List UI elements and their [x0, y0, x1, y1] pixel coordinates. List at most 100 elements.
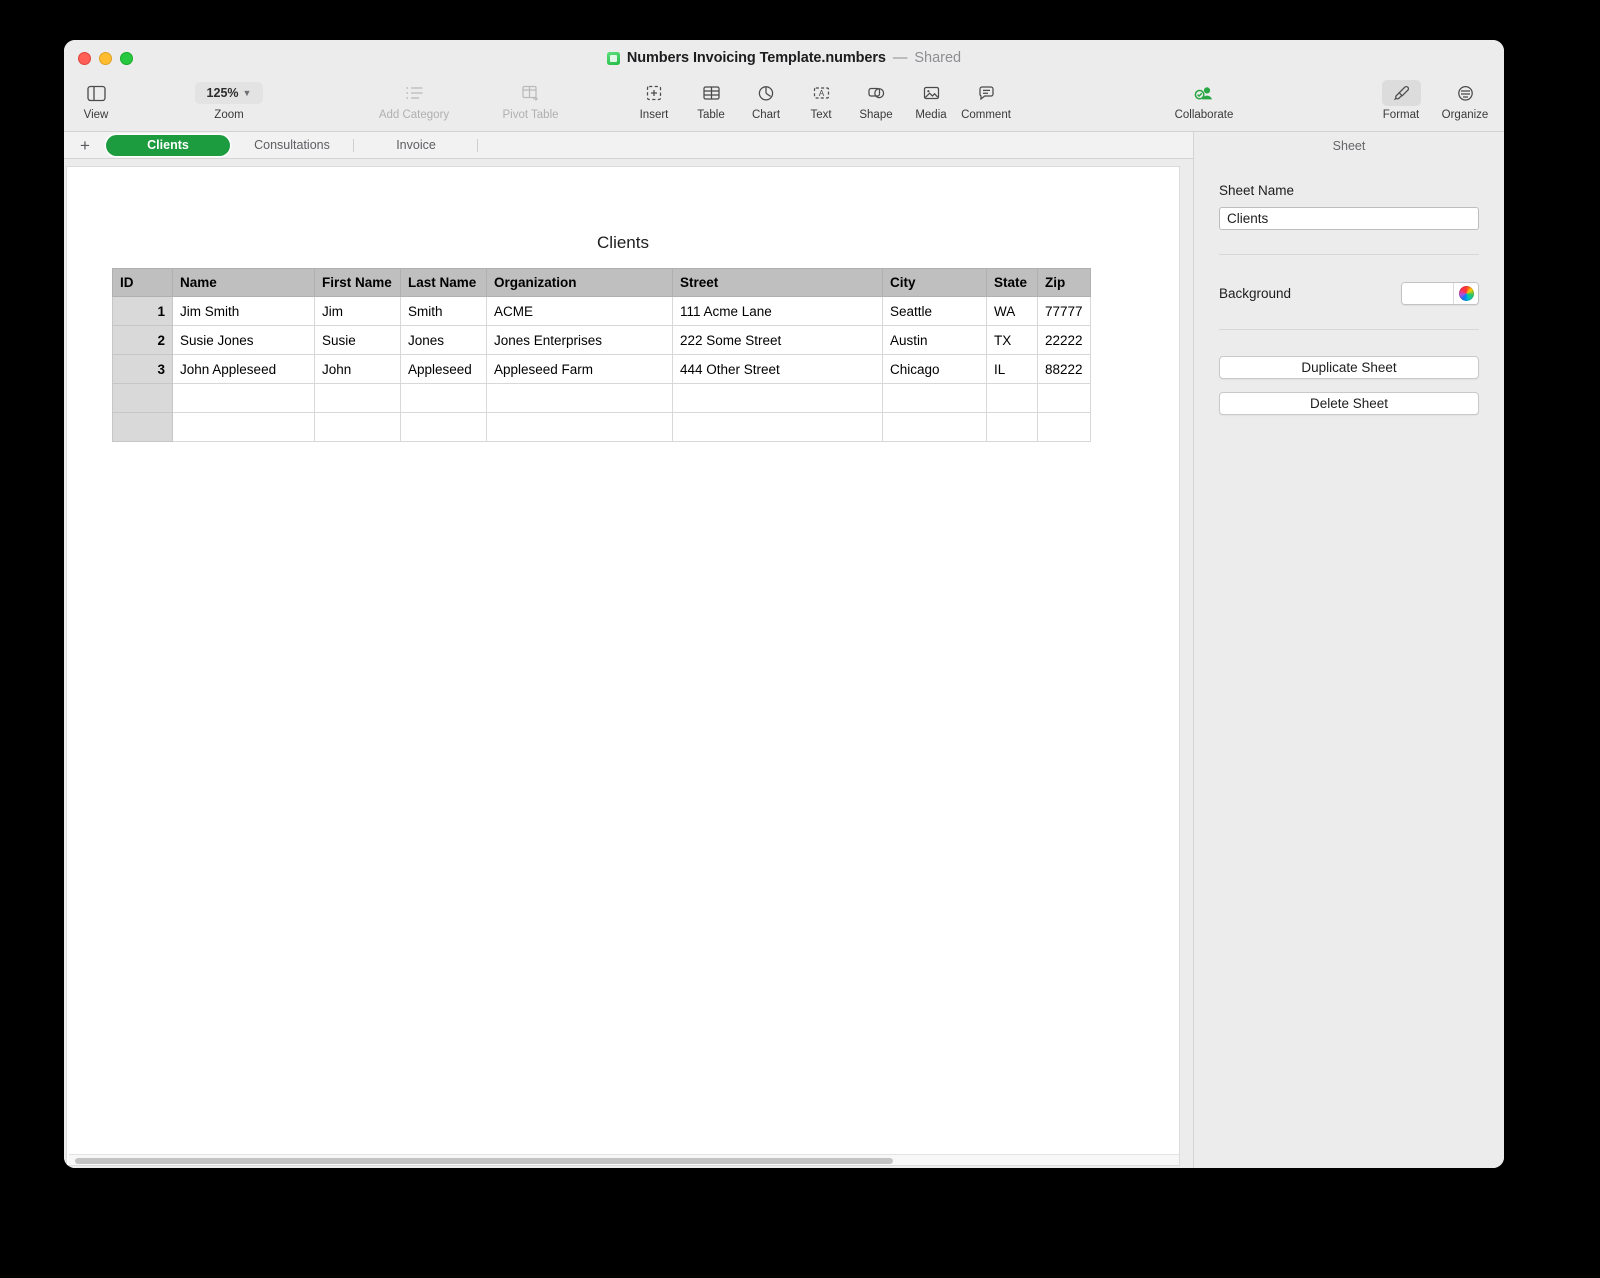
numbers-document-icon: [606, 51, 620, 65]
sheet-tab-clients[interactable]: Clients: [106, 134, 230, 156]
organize-filter-icon: [1456, 80, 1475, 106]
comment-button[interactable]: Comment: [944, 80, 1028, 121]
column-header-state[interactable]: State: [986, 268, 1038, 297]
cell-name[interactable]: [172, 412, 315, 442]
cell-org[interactable]: Appleseed Farm: [486, 354, 673, 384]
cell-city[interactable]: Chicago: [882, 354, 987, 384]
horizontal-scrollbar-thumb[interactable]: [75, 1158, 893, 1164]
cell-city[interactable]: [882, 383, 987, 413]
cell-name[interactable]: Susie Jones: [172, 325, 315, 355]
cell-city[interactable]: Austin: [882, 325, 987, 355]
clients-table[interactable]: ID Name First Name Last Name Organizatio…: [112, 268, 1091, 442]
table-row[interactable]: [112, 412, 1091, 442]
organize-button[interactable]: Organize: [1423, 80, 1504, 121]
cell-street[interactable]: 222 Some Street: [672, 325, 883, 355]
delete-sheet-button[interactable]: Delete Sheet: [1219, 392, 1479, 415]
cell-name[interactable]: [172, 383, 315, 413]
view-button[interactable]: View: [64, 80, 138, 121]
cell-first[interactable]: [314, 412, 401, 442]
table-row[interactable]: 3 John Appleseed John Appleseed Applesee…: [112, 354, 1091, 384]
cell-street[interactable]: 111 Acme Lane: [672, 296, 883, 326]
cell-street[interactable]: [672, 383, 883, 413]
column-header-first-name[interactable]: First Name: [314, 268, 401, 297]
cell-name[interactable]: John Appleseed: [172, 354, 315, 384]
sheet-name-input[interactable]: Clients: [1219, 207, 1479, 230]
cell-id[interactable]: [112, 412, 173, 442]
sidebar-panel-icon: [86, 80, 106, 106]
numbers-window: Numbers Invoicing Template.numbers — Sha…: [64, 40, 1504, 1168]
shape-icon: [867, 80, 886, 106]
media-label: Media: [915, 109, 947, 121]
cell-name[interactable]: Jim Smith: [172, 296, 315, 326]
sheet-name-label: Sheet Name: [1219, 183, 1295, 198]
cell-first[interactable]: [314, 383, 401, 413]
cell-state[interactable]: WA: [986, 296, 1038, 326]
cell-first[interactable]: Susie: [314, 325, 401, 355]
cell-id[interactable]: 3: [112, 354, 173, 384]
cell-city[interactable]: [882, 412, 987, 442]
cell-street[interactable]: 444 Other Street: [672, 354, 883, 384]
cell-zip[interactable]: 77777: [1037, 296, 1091, 326]
cell-zip[interactable]: 22222: [1037, 325, 1091, 355]
column-header-zip[interactable]: Zip: [1037, 268, 1091, 297]
cell-org[interactable]: ACME: [486, 296, 673, 326]
cell-zip[interactable]: [1037, 383, 1091, 413]
column-header-name[interactable]: Name: [172, 268, 315, 297]
cell-last[interactable]: Smith: [400, 296, 487, 326]
collaborate-button[interactable]: Collaborate: [1162, 80, 1246, 121]
column-header-last-name[interactable]: Last Name: [400, 268, 487, 297]
table-row[interactable]: 1 Jim Smith Jim Smith ACME 111 Acme Lane…: [112, 296, 1091, 326]
column-header-street[interactable]: Street: [672, 268, 883, 297]
background-color-swatch[interactable]: [1402, 283, 1453, 304]
background-color-control[interactable]: [1401, 282, 1479, 305]
cell-state[interactable]: [986, 383, 1038, 413]
cell-zip[interactable]: [1037, 412, 1091, 442]
minimize-window-button[interactable]: [99, 52, 112, 65]
sheet-tab-consultations[interactable]: Consultations: [230, 135, 354, 156]
inspector-title: Sheet: [1193, 132, 1504, 159]
cell-first[interactable]: John: [314, 354, 401, 384]
cell-org[interactable]: Jones Enterprises: [486, 325, 673, 355]
cell-first[interactable]: Jim: [314, 296, 401, 326]
column-header-id[interactable]: ID: [112, 268, 173, 297]
canvas-area: Clients ID Name First Name Last Name Org…: [64, 159, 1193, 1168]
cell-last[interactable]: [400, 412, 487, 442]
cell-last[interactable]: [400, 383, 487, 413]
maximize-window-button[interactable]: [120, 52, 133, 65]
column-header-organization[interactable]: Organization: [486, 268, 673, 297]
format-label: Format: [1382, 109, 1420, 121]
cell-city[interactable]: Seattle: [882, 296, 987, 326]
cell-id[interactable]: 2: [112, 325, 173, 355]
cell-org[interactable]: [486, 383, 673, 413]
cell-org[interactable]: [486, 412, 673, 442]
cell-last[interactable]: Appleseed: [400, 354, 487, 384]
cell-state[interactable]: TX: [986, 325, 1038, 355]
comment-bubble-icon: [977, 80, 996, 106]
table-row[interactable]: 2 Susie Jones Susie Jones Jones Enterpri…: [112, 325, 1091, 355]
sheet-canvas[interactable]: Clients ID Name First Name Last Name Org…: [66, 166, 1180, 1166]
sheet-tab-invoice[interactable]: Invoice: [354, 135, 478, 156]
duplicate-sheet-button[interactable]: Duplicate Sheet: [1219, 356, 1479, 379]
add-sheet-button[interactable]: +: [64, 137, 106, 154]
cell-id[interactable]: 1: [112, 296, 173, 326]
format-brush-icon: [1381, 80, 1421, 106]
cell-last[interactable]: Jones: [400, 325, 487, 355]
cell-state[interactable]: IL: [986, 354, 1038, 384]
table-row[interactable]: [112, 383, 1091, 413]
cell-zip[interactable]: 88222: [1037, 354, 1091, 384]
column-header-city[interactable]: City: [882, 268, 987, 297]
background-row: Background: [1219, 282, 1479, 305]
media-image-icon: [922, 80, 941, 106]
color-wheel-button[interactable]: [1453, 283, 1478, 304]
cell-street[interactable]: [672, 412, 883, 442]
close-window-button[interactable]: [78, 52, 91, 65]
horizontal-scrollbar[interactable]: [69, 1154, 1179, 1165]
zoom-dropdown[interactable]: 125% ▼: [195, 82, 263, 104]
cell-id[interactable]: [112, 383, 173, 413]
title-dash: —: [892, 50, 908, 66]
insert-label: Insert: [639, 109, 669, 121]
zoom-label: Zoom: [214, 109, 244, 121]
shape-label: Shape: [859, 109, 893, 121]
sheet-tab-label: Clients: [147, 138, 189, 152]
cell-state[interactable]: [986, 412, 1038, 442]
